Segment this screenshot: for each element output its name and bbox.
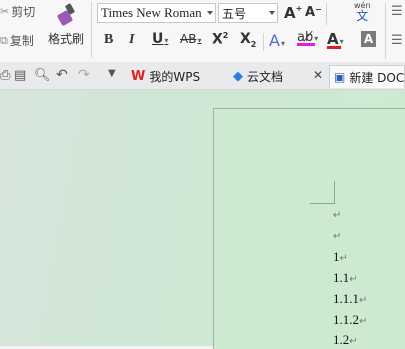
cut-label: 剪切 <box>11 5 36 19</box>
margin-corner-marker <box>310 181 335 204</box>
italic-button[interactable]: I <box>129 32 134 48</box>
copy-icon: ⧉ <box>0 33 8 47</box>
print-preview-icon[interactable]: ▤ <box>14 68 26 83</box>
divider <box>326 3 327 25</box>
list-icon[interactable]: ☰ <box>391 4 403 19</box>
paintbrush-icon <box>57 3 75 26</box>
chevron-down-icon: ▾ <box>339 37 344 46</box>
doc-line[interactable]: 1↵ <box>333 249 348 265</box>
paragraph-mark: ↵ <box>333 210 342 221</box>
underline-button[interactable]: U▾ <box>152 31 168 47</box>
ribbon: ✂ 剪切 ⧉ 复制 格式刷 Times New Roman 五号 A+ A− w… <box>0 0 405 62</box>
font-size-combo[interactable]: 五号 <box>218 3 278 23</box>
text-effect-button[interactable]: A▾ <box>269 31 285 50</box>
phonetic-guide-button[interactable]: wén 文 <box>354 1 371 23</box>
paragraph-mark: ↵ <box>349 274 358 285</box>
font-color-icon: A <box>327 30 339 48</box>
line-text: 1.1.1 <box>333 291 359 306</box>
doc-line[interactable]: ↵ <box>333 206 341 222</box>
preview-search-icon[interactable]: 🔍︎ <box>34 68 51 83</box>
copy-button[interactable]: ⧉ 复制 <box>0 32 34 49</box>
superscript-mark: 2 <box>222 31 229 40</box>
tab-label: 云文档 <box>247 70 284 84</box>
chevron-down-icon <box>207 11 213 15</box>
wps-logo-icon: W <box>131 69 146 84</box>
copy-label: 复制 <box>9 34 34 48</box>
align-icon[interactable]: ☰ <box>391 33 403 48</box>
format-painter-label: 格式刷 <box>47 32 84 46</box>
font-name-value: Times New Roman <box>101 5 202 20</box>
subscript-button[interactable]: X2 <box>240 31 256 49</box>
highlight-button[interactable]: ab̸▾ <box>297 30 318 46</box>
format-painter-button[interactable]: 格式刷 <box>46 2 86 47</box>
font-size-value: 五号 <box>222 6 247 21</box>
tab-my-wps[interactable]: W 我的WPS <box>127 65 225 88</box>
cloud-doc-icon: ◆ <box>233 69 243 84</box>
font-name-combo[interactable]: Times New Roman <box>97 3 216 23</box>
font-color-button[interactable]: A▾ <box>327 30 344 49</box>
phonetic-bottom: 文 <box>356 9 369 23</box>
redo-icon[interactable]: ↷ <box>78 67 90 83</box>
divider <box>385 3 386 59</box>
divider <box>263 33 264 51</box>
undo-icon[interactable]: ↶ <box>56 67 68 83</box>
chevron-down-icon: ▾ <box>164 36 169 45</box>
chevron-down-icon: ▾ <box>280 39 285 48</box>
subscript-base: X <box>240 31 251 47</box>
bold-label: B <box>104 32 114 47</box>
superscript-base: X <box>212 31 223 48</box>
char-shading-icon: A <box>363 32 374 46</box>
paragraph-mark: ↵ <box>333 231 342 242</box>
chevron-down-icon: ▾ <box>314 34 319 43</box>
paragraph-mark: ↵ <box>339 253 348 264</box>
tab-label: 新建 DOC <box>349 70 405 85</box>
paragraph-mark: ↵ <box>349 336 358 347</box>
doc-line[interactable]: ↵ <box>333 227 341 243</box>
paragraph-mark: ↵ <box>359 316 368 327</box>
grow-font-icon: A <box>284 4 296 22</box>
document-icon: ▣ <box>334 70 346 84</box>
scissors-icon: ✂ <box>0 5 10 18</box>
superscript-button[interactable]: X2 <box>212 31 228 48</box>
grow-font-button[interactable]: A+ <box>284 4 302 22</box>
line-text: 1.2 <box>333 332 350 347</box>
document-page[interactable] <box>213 108 405 349</box>
italic-label: I <box>129 32 135 47</box>
chevron-down-icon: ▾ <box>197 36 202 45</box>
doc-line[interactable]: 1.1.2↵ <box>333 312 367 328</box>
tab-label: 我的WPS <box>149 70 201 84</box>
bold-button[interactable]: B <box>104 32 113 48</box>
tab-new-doc[interactable]: ▣ 新建 DOC <box>329 65 405 88</box>
divider <box>91 2 92 58</box>
chevron-down-icon <box>269 11 275 15</box>
subscript-mark: 2 <box>250 39 257 49</box>
chevron-down-icon[interactable]: ▼ <box>108 68 116 79</box>
strikethrough-label: AB <box>180 32 197 46</box>
text-effect-icon: A <box>269 31 280 50</box>
print-icon[interactable]: ⎙ <box>0 68 10 83</box>
line-text: 1.1.2 <box>333 312 359 327</box>
shrink-font-icon: A <box>305 5 316 20</box>
shrink-font-button[interactable]: A− <box>305 5 322 20</box>
line-text: 1.1 <box>333 270 350 285</box>
char-shading-button[interactable]: A <box>361 31 376 47</box>
doc-line[interactable]: 1.1.1↵ <box>333 291 367 307</box>
close-icon[interactable]: ✕ <box>313 68 323 82</box>
strikethrough-button[interactable]: AB▾ <box>180 32 201 46</box>
paragraph-mark: ↵ <box>359 295 368 306</box>
doc-line[interactable]: 1.1↵ <box>333 270 358 286</box>
highlighter-icon: ab̸ <box>297 30 314 45</box>
underline-label: U <box>152 31 164 47</box>
cut-button[interactable]: ✂ 剪切 <box>0 3 35 20</box>
